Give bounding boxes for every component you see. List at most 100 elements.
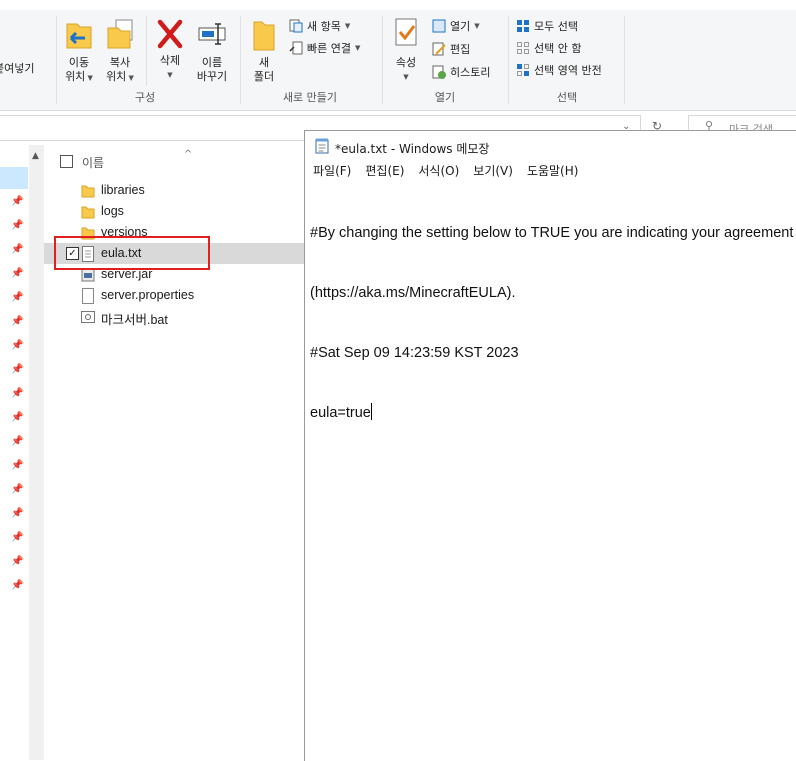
open-button[interactable]: 열기 ▼ xyxy=(432,18,480,34)
notepad-window: *eula.txt - Windows 메모장 파일(F) 편집(E) 서식(O… xyxy=(304,130,796,761)
delete-icon xyxy=(157,19,183,49)
history-label: 히스토리 xyxy=(450,66,491,79)
rename-icon xyxy=(198,23,226,45)
text-line: #Sat Sep 09 14:23:59 KST 2023 xyxy=(310,345,519,361)
scroll-up-icon[interactable]: ▲ xyxy=(32,151,39,161)
easy-access-icon xyxy=(289,41,303,55)
new-item-label: 새 항목 xyxy=(307,20,341,33)
properties-icon xyxy=(395,18,417,46)
new-group-label: 새로 만들기 xyxy=(282,91,338,104)
select-none-label: 선택 안 함 xyxy=(534,42,582,55)
notepad-menu-bar: 파일(F) 편집(E) 서식(O) 보기(V) 도움말(H) xyxy=(306,161,796,181)
ribbon-separator xyxy=(624,16,625,104)
file-name: libraries xyxy=(101,183,145,197)
select-all-button[interactable]: 모두 선택 xyxy=(516,18,578,34)
text-line: (https://aka.ms/MinecraftEULA). xyxy=(310,285,516,301)
menu-view[interactable]: 보기(V) xyxy=(466,161,520,181)
new-folder-label: 새 폴더 xyxy=(253,56,275,83)
edit-button[interactable]: 편집 xyxy=(432,41,470,57)
pin-icon: 📌 xyxy=(11,580,24,591)
pin-icon: 📌 xyxy=(11,244,24,255)
pin-icon: 📌 xyxy=(11,364,24,375)
menu-file[interactable]: 파일(F) xyxy=(306,161,358,181)
new-folder-button[interactable]: 새 폴더 xyxy=(246,16,282,84)
text-caret xyxy=(370,403,372,420)
organize-group-label: 구성 xyxy=(134,91,156,104)
delete-button[interactable]: 삭제 ▼ xyxy=(152,18,188,82)
nav-selected-item[interactable] xyxy=(0,167,28,189)
notepad-title: *eula.txt - Windows 메모장 xyxy=(335,142,490,156)
pin-icon: 📌 xyxy=(11,508,24,519)
properties-dropdown-arrow[interactable]: ▼ xyxy=(388,70,424,84)
copy-to-icon xyxy=(107,19,133,49)
file-name: logs xyxy=(101,204,124,218)
open-label: 열기 xyxy=(450,20,471,33)
column-header-name[interactable]: 이름 ^ xyxy=(44,149,306,171)
move-to-icon xyxy=(66,23,92,49)
easy-access-button[interactable]: 빠른 연결 ▼ xyxy=(289,40,360,56)
ribbon-separator xyxy=(240,16,241,104)
invert-selection-label: 선택 영역 반전 xyxy=(534,64,602,77)
annotation-highlight-box xyxy=(54,236,210,270)
ribbon-separator xyxy=(146,16,147,86)
list-item[interactable]: server.properties xyxy=(44,285,306,306)
notepad-title-bar[interactable]: *eula.txt - Windows 메모장 xyxy=(305,131,796,161)
list-item[interactable]: libraries xyxy=(44,180,306,201)
select-all-label: 모두 선택 xyxy=(534,20,578,33)
pin-icon: 📌 xyxy=(11,436,24,447)
paste-button[interactable]: 붙여넣기 xyxy=(0,62,44,76)
easy-access-label: 빠른 연결 xyxy=(307,42,351,55)
ribbon-separator xyxy=(508,16,509,104)
open-group-label: 열기 xyxy=(434,91,456,104)
folder-icon xyxy=(81,206,95,219)
properties-button[interactable]: 속성 ▼ xyxy=(388,16,424,84)
move-to-button[interactable]: 이동 위치 ▼ xyxy=(60,16,98,85)
pin-icon: 📌 xyxy=(11,316,24,327)
file-name: 마크서버.bat xyxy=(101,313,168,327)
new-item-button[interactable]: 새 항목 ▼ xyxy=(289,18,350,34)
delete-dropdown-arrow[interactable]: ▼ xyxy=(152,68,188,82)
pin-icon: 📌 xyxy=(11,196,24,207)
ribbon-separator xyxy=(56,16,57,104)
select-all-checkbox[interactable] xyxy=(60,155,73,168)
invert-selection-button[interactable]: 선택 영역 반전 xyxy=(516,62,602,78)
new-item-icon xyxy=(289,19,303,33)
sort-arrow-icon: ^ xyxy=(184,149,193,160)
pin-icon: 📌 xyxy=(11,220,24,231)
pin-icon: 📌 xyxy=(11,532,24,543)
notepad-text-area[interactable]: #By changing the setting below to TRUE y… xyxy=(310,183,796,463)
ribbon-separator xyxy=(382,16,383,104)
navigation-pane: ▲ 📌 📌 📌 📌 📌 📌 📌 📌 📌 📌 📌 📌 📌 📌 📌 📌 📌 xyxy=(0,145,44,760)
menu-format[interactable]: 서식(O) xyxy=(411,161,466,181)
text-line: #By changing the setting below to TRUE y… xyxy=(310,225,794,241)
pin-icon: 📌 xyxy=(11,460,24,471)
rename-button[interactable]: 이름 바꾸기 xyxy=(191,16,233,84)
text-line: eula=true xyxy=(310,405,371,421)
invert-selection-icon xyxy=(517,64,529,76)
menu-edit[interactable]: 편집(E) xyxy=(358,161,411,181)
list-item[interactable]: 마크서버.bat xyxy=(44,306,306,327)
notepad-icon xyxy=(315,138,329,154)
nav-scrollbar[interactable]: ▲ xyxy=(29,145,44,760)
list-item[interactable]: logs xyxy=(44,201,306,222)
edit-icon xyxy=(432,42,446,56)
rename-label: 이름 바꾸기 xyxy=(196,56,228,83)
new-folder-icon xyxy=(253,21,275,51)
menu-help[interactable]: 도움말(H) xyxy=(520,161,586,181)
select-none-button[interactable]: 선택 안 함 xyxy=(516,40,581,56)
copy-to-button[interactable]: 복사 위치 ▼ xyxy=(101,16,139,85)
pin-icon: 📌 xyxy=(11,268,24,279)
pin-icon: 📌 xyxy=(11,484,24,495)
delete-label: 삭제 xyxy=(159,54,181,67)
history-button[interactable]: 히스토리 xyxy=(432,64,490,80)
open-icon xyxy=(432,19,446,33)
ribbon: 붙여넣기 이동 위치 ▼ 복사 위치 ▼ 삭제 ▼ 이름 바꾸기 xyxy=(0,0,796,111)
move-to-label: 이동 위치 ▼ xyxy=(65,56,93,83)
edit-label: 편집 xyxy=(450,43,471,56)
text-line-current: eula=true xyxy=(310,403,796,423)
bat-file-icon xyxy=(81,311,95,323)
properties-label: 속성 xyxy=(395,56,417,69)
file-name: server.properties xyxy=(101,288,195,302)
pin-icon: 📌 xyxy=(11,292,24,303)
select-none-icon xyxy=(517,42,529,54)
